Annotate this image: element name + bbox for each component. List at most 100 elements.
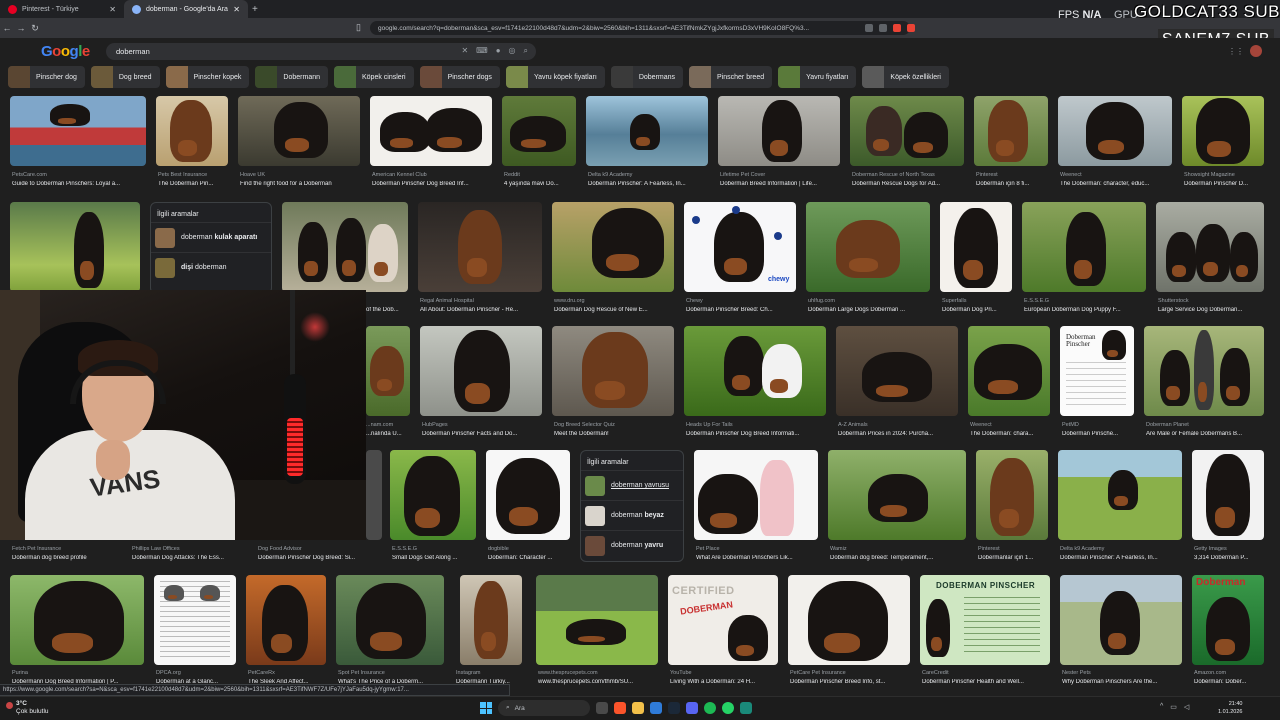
result-caption[interactable]: Why Doberman Pinschers Are the... — [1062, 679, 1182, 685]
result-caption[interactable]: Doberman Pinscher: A Fearless, In... — [588, 181, 708, 187]
result-image[interactable] — [694, 450, 818, 540]
result-caption[interactable]: Doberman dog breed profile — [12, 555, 130, 561]
related-search-item[interactable]: doberman yavrusu — [581, 470, 683, 500]
result-image[interactable] — [10, 96, 146, 166]
clock[interactable]: 21:40 1.01.2026 — [1218, 700, 1242, 716]
result-image[interactable] — [974, 96, 1048, 166]
related-search-item[interactable]: doberman beyaz — [581, 500, 683, 530]
result-image[interactable] — [684, 326, 826, 416]
result-image[interactable]: Doberman — [1192, 575, 1264, 665]
result-image[interactable] — [850, 96, 964, 166]
chip[interactable]: Pinscher kopek — [165, 66, 250, 88]
result-image[interactable] — [552, 326, 674, 416]
apps-grid-icon[interactable]: ⋮⋮ — [1228, 47, 1244, 56]
result-image[interactable] — [836, 326, 958, 416]
share-icon[interactable] — [879, 24, 887, 32]
result-image[interactable] — [806, 202, 930, 292]
alert-icon[interactable] — [907, 24, 915, 32]
result-caption[interactable]: Doberman Breed Information | Life... — [720, 181, 840, 187]
result-image[interactable] — [976, 450, 1048, 540]
result-image[interactable] — [788, 575, 910, 665]
chip[interactable]: Yavru köpek fiyatları — [505, 66, 605, 88]
result-caption[interactable]: Doberman Pinscher Dog Breed Inf... — [372, 181, 492, 187]
back-icon[interactable]: ← — [0, 23, 14, 33]
chip[interactable]: Pinscher breed — [689, 66, 773, 88]
result-image[interactable] — [420, 326, 542, 416]
task-view-icon[interactable] — [596, 702, 608, 714]
result-caption[interactable]: What Are Doberman Pinschers Lik... — [696, 555, 818, 561]
result-image[interactable] — [1156, 202, 1264, 292]
close-icon[interactable]: ✕ — [233, 5, 240, 14]
result-caption[interactable]: Doberman: Dober... — [1194, 679, 1264, 685]
result-caption[interactable]: Dobermanlar için 1... — [978, 555, 1048, 561]
bookmark-icon[interactable]: ▯ — [356, 22, 361, 33]
result-image[interactable] — [1058, 450, 1182, 540]
related-search-item[interactable]: dişi doberman — [151, 252, 271, 282]
result-caption[interactable]: Doberman Large Dogs Doberman ... — [808, 307, 930, 313]
result-image[interactable] — [552, 202, 674, 292]
result-caption[interactable]: Doberman Pinsche... — [1062, 431, 1134, 437]
result-image[interactable] — [1060, 575, 1182, 665]
result-caption[interactable]: Guide to Doberman Pinschers: Loyal a... — [12, 181, 146, 187]
adblock-icon[interactable] — [893, 24, 901, 32]
result-caption[interactable]: Meet the Doberman! — [554, 431, 674, 437]
result-caption[interactable]: Doberman Dog Pri... — [942, 307, 1012, 313]
chevron-up-icon[interactable]: ^ — [1160, 703, 1163, 711]
result-caption[interactable]: Large Service Dog Doberman... — [1158, 307, 1264, 313]
weather-widget[interactable]: 3°C Çok bulutlu — [6, 700, 49, 716]
result-caption[interactable]: Doberman Rescue Dogs for Ad... — [852, 181, 964, 187]
keyboard-icon[interactable]: ⌨ — [476, 46, 488, 56]
result-image[interactable] — [370, 96, 492, 166]
result-caption[interactable]: European Doberman Dog Puppy F... — [1024, 307, 1146, 313]
result-caption[interactable]: Doberman Pinscher Breed: Ch... — [686, 307, 796, 313]
microphone-icon[interactable]: ● — [496, 46, 501, 56]
clear-icon[interactable]: ✕ — [461, 46, 468, 56]
result-caption[interactable]: Find the right food for a Doberman — [240, 181, 360, 187]
lens-icon[interactable]: ◎ — [509, 46, 516, 56]
result-caption[interactable]: The Doberman: character, educ... — [1060, 181, 1172, 187]
result-caption[interactable]: Doberman Dog Rescue of New E... — [554, 307, 674, 313]
whatsapp-icon[interactable] — [722, 702, 734, 714]
chip[interactable]: Yavru fiyatları — [778, 66, 857, 88]
result-image[interactable] — [486, 450, 570, 540]
result-image[interactable] — [968, 326, 1050, 416]
result-image[interactable] — [156, 96, 228, 166]
result-image[interactable] — [718, 96, 840, 166]
network-icon[interactable]: ▭ — [1170, 703, 1177, 711]
result-caption[interactable]: The Doberman: chara... — [970, 431, 1050, 437]
result-caption[interactable]: of the Dob... — [366, 307, 408, 313]
chip[interactable]: Köpek cinsleri — [334, 66, 414, 88]
steam-icon[interactable] — [668, 702, 680, 714]
discord-icon[interactable] — [686, 702, 698, 714]
avatar[interactable] — [1250, 45, 1262, 57]
result-image[interactable] — [366, 450, 382, 540]
result-image[interactable] — [418, 202, 542, 292]
result-caption[interactable]: Doberman Pinscher Breed Info, st... — [790, 679, 910, 685]
result-image[interactable] — [366, 326, 410, 416]
edge-browser-icon[interactable] — [650, 702, 662, 714]
result-caption[interactable]: Doberman: Character ... — [488, 555, 570, 561]
related-search-item[interactable]: doberman kulak aparatı — [151, 222, 271, 252]
result-image[interactable] — [828, 450, 966, 540]
tab-pinterest[interactable]: Pinterest - Türkiye ✕ — [0, 0, 124, 18]
result-image[interactable] — [536, 575, 658, 665]
result-image[interactable] — [940, 202, 1012, 292]
result-caption[interactable]: Doberman Pinscher D... — [1184, 181, 1264, 187]
result-image[interactable]: DOBERMAN PINSCHER — [920, 575, 1050, 665]
result-caption[interactable]: Doberman Dog Attacks: The Ess... — [132, 555, 254, 561]
result-image[interactable] — [1058, 96, 1172, 166]
file-explorer-icon[interactable] — [632, 702, 644, 714]
result-image[interactable] — [238, 96, 360, 166]
result-caption[interactable]: Doberman Prices in 2024: Purcha... — [838, 431, 958, 437]
result-image[interactable] — [154, 575, 236, 665]
chip[interactable]: Pinscher dogs — [419, 66, 500, 88]
result-caption[interactable]: Doberman Pinscher Health and Well... — [922, 679, 1050, 685]
result-image[interactable] — [390, 450, 476, 540]
result-caption[interactable]: 4 yaşında mavi Do... — [504, 181, 576, 187]
result-image[interactable] — [10, 202, 140, 292]
result-image[interactable] — [336, 575, 444, 665]
result-caption[interactable]: The Doberman Pin... — [158, 181, 228, 187]
url-field[interactable]: google.com/search?q=doberman&sca_esv=f17… — [370, 21, 910, 35]
result-caption[interactable]: 3,314 Doberman P... — [1194, 555, 1264, 561]
result-image[interactable]: CERTIFIED DOBERMAN — [668, 575, 778, 665]
